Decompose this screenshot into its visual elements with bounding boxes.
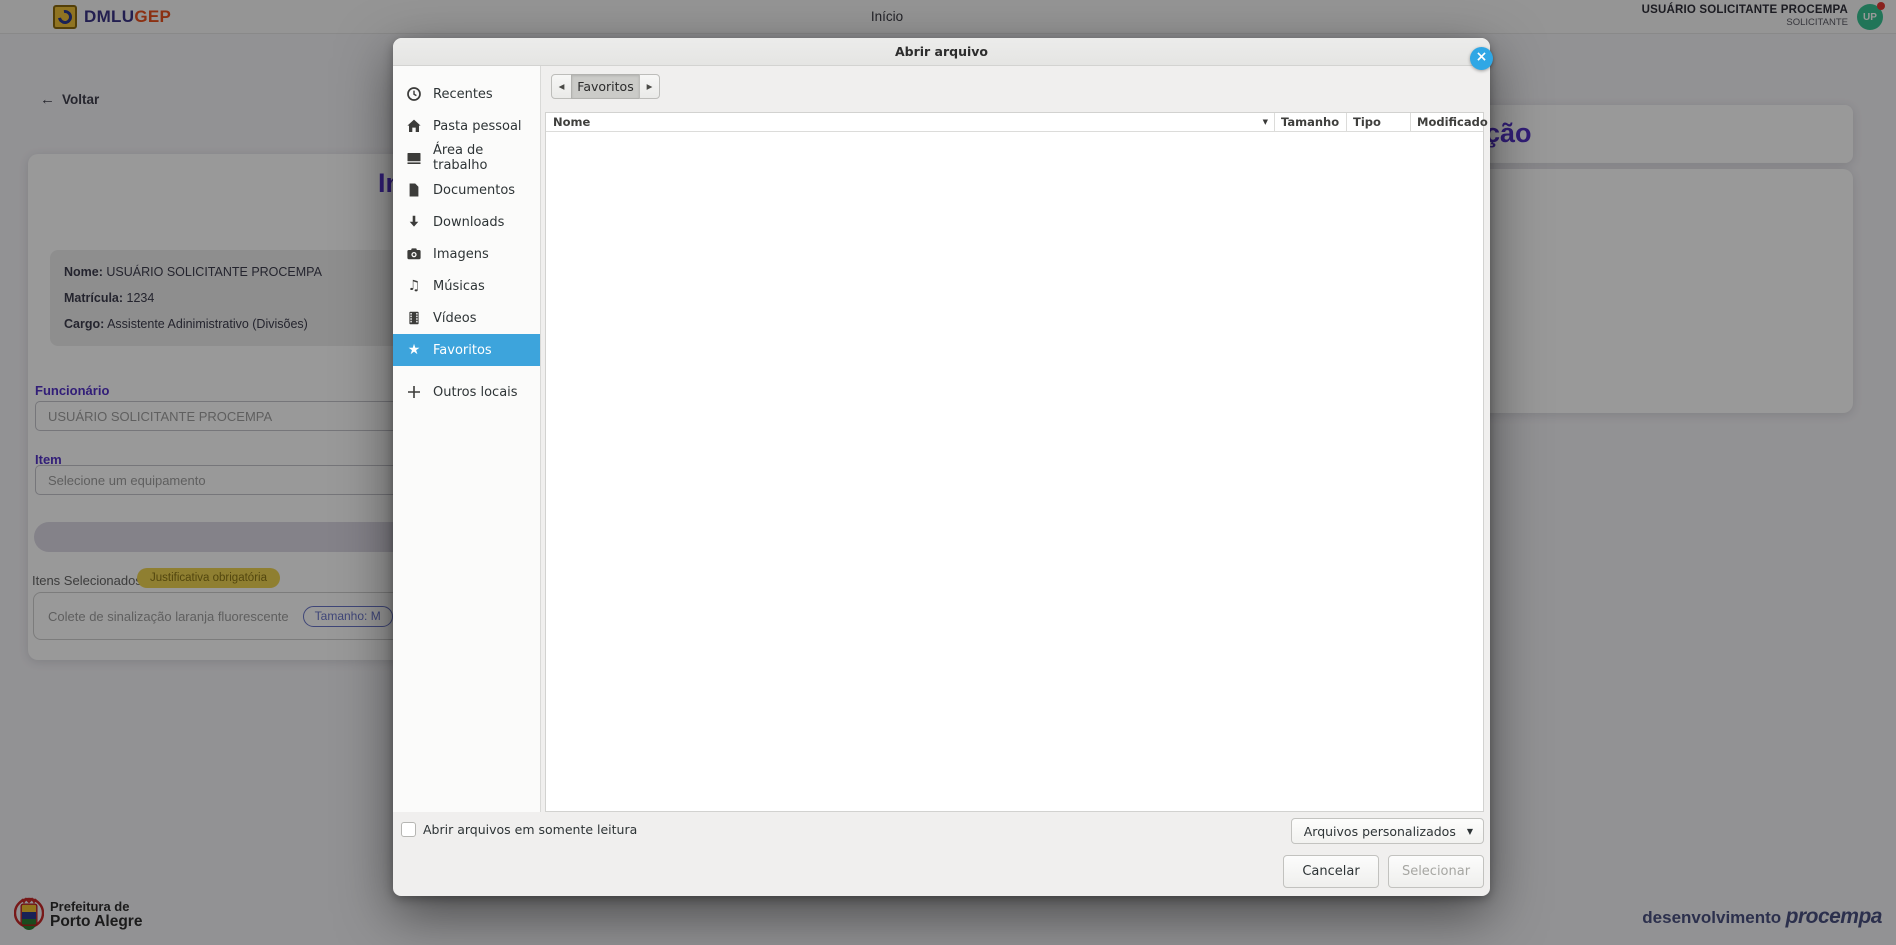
column-nome-label: Nome [553,115,590,129]
dialog-buttons: Cancelar Selecionar [1283,855,1484,888]
readonly-checkbox[interactable] [401,822,416,837]
file-list-header: Nome ▼ Tamanho Tipo Modificado [546,113,1483,132]
sidebar-item-recentes[interactable]: Recentes [393,78,540,110]
readonly-label: Abrir arquivos em somente leitura [423,822,637,837]
file-list-body[interactable] [546,132,1483,811]
sidebar-item-label: Documentos [433,183,515,198]
dialog-action-area: Abrir arquivos em somente leitura Arquiv… [393,812,1490,896]
file-type-dropdown[interactable]: Arquivos personalizados ▼ [1291,818,1484,844]
sidebar-item-label: Outros locais [433,385,518,400]
sidebar-item-area-de-trabalho[interactable]: Área de trabalho [393,142,540,174]
plus-icon [406,384,422,400]
path-segment-favoritos[interactable]: Favoritos [571,74,640,99]
dialog-title: Abrir arquivo [895,44,988,59]
clock-icon [406,86,422,102]
column-header-tipo[interactable]: Tipo [1346,113,1410,131]
sidebar-item-imagens[interactable]: Imagens [393,238,540,270]
film-icon [406,310,422,326]
path-bar: ◀ Favoritos ▶ [551,74,1484,99]
close-icon[interactable]: × [1470,47,1493,70]
download-icon [406,214,422,230]
dialog-main: ◀ Favoritos ▶ Nome ▼ Tamanho Tipo Modifi… [541,66,1490,812]
sort-descending-icon: ▼ [1263,118,1268,126]
sidebar-item-documentos[interactable]: Documentos [393,174,540,206]
path-back-button[interactable]: ◀ [551,74,572,99]
star-icon: ★ [406,342,422,358]
chevron-right-icon: ▶ [647,82,653,91]
sidebar-item-label: Downloads [433,215,504,230]
column-header-tamanho[interactable]: Tamanho [1274,113,1346,131]
readonly-row: Abrir arquivos em somente leitura [401,822,637,837]
sidebar-item-label: Músicas [433,279,485,294]
sidebar-item-label: Favoritos [433,343,492,358]
cancel-button[interactable]: Cancelar [1283,855,1379,888]
column-header-modificado[interactable]: Modificado [1410,113,1483,131]
places-sidebar: Recentes Pasta pessoal Área de trabalho … [393,66,541,812]
sidebar-item-label: Recentes [433,87,493,102]
document-icon [406,182,422,198]
sidebar-item-favoritos[interactable]: ★ Favoritos [393,334,540,366]
sidebar-item-musicas[interactable]: ♫ Músicas [393,270,540,302]
dialog-titlebar: Abrir arquivo × [393,38,1490,66]
sidebar-item-label: Imagens [433,247,489,262]
sidebar-item-label: Área de trabalho [433,143,540,173]
sidebar-item-label: Vídeos [433,311,476,326]
file-type-dropdown-label: Arquivos personalizados [1304,824,1456,839]
sidebar-item-outros-locais[interactable]: Outros locais [393,376,540,408]
select-button[interactable]: Selecionar [1388,855,1484,888]
chevron-down-icon: ▼ [1467,827,1473,836]
sidebar-item-pasta-pessoal[interactable]: Pasta pessoal [393,110,540,142]
column-header-nome[interactable]: Nome ▼ [546,115,1274,129]
sidebar-item-downloads[interactable]: Downloads [393,206,540,238]
path-forward-button[interactable]: ▶ [639,74,660,99]
desktop-icon [406,150,422,166]
camera-icon [406,246,422,262]
dialog-body: Recentes Pasta pessoal Área de trabalho … [393,66,1490,812]
music-icon: ♫ [406,278,422,294]
file-open-dialog: Abrir arquivo × Recentes Pasta pessoal [393,38,1490,896]
chevron-left-icon: ◀ [559,82,565,91]
sidebar-item-videos[interactable]: Vídeos [393,302,540,334]
sidebar-item-label: Pasta pessoal [433,119,522,134]
file-list: Nome ▼ Tamanho Tipo Modificado [545,112,1484,812]
home-icon [406,118,422,134]
